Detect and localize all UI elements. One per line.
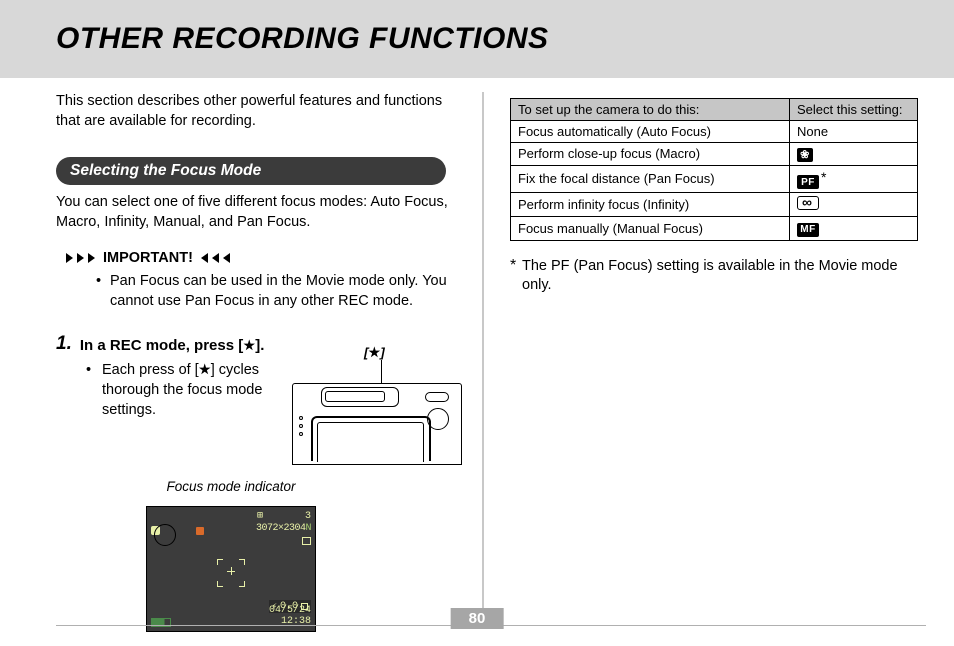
focus-mode-table: To set up the camera to do this: Select … [510, 98, 918, 241]
left-column: This section describes other powerful fe… [56, 92, 462, 632]
memory-icon [302, 537, 311, 545]
table-header: To set up the camera to do this: [511, 99, 790, 121]
important-label: IMPORTANT! [103, 250, 193, 266]
table-row: Focus automatically (Auto Focus) None [511, 121, 918, 143]
af-frame-icon [217, 559, 245, 587]
table-row: Fix the focal distance (Pan Focus) PF* [511, 165, 918, 193]
lcd-shot-count: 3 [305, 511, 311, 522]
column-divider [482, 92, 484, 608]
triangle-left-icon [212, 253, 219, 263]
content-area: This section describes other powerful fe… [0, 78, 954, 632]
camera-illustration [292, 383, 462, 465]
step-row: 1. In a REC mode, press []. [56, 333, 462, 355]
step-detail-area: Each press of [] cycles thorough the foc… [56, 361, 462, 465]
table-cell: Perform infinity focus (Infinity) [511, 193, 790, 217]
step-sub-text: Each press of [] cycles thorough the foc… [56, 361, 268, 465]
asterisk: * [821, 169, 826, 185]
page-number: 80 [451, 608, 504, 629]
triangle-left-icon [201, 253, 208, 263]
focus-mode-indicator-label: Focus mode indicator [146, 479, 316, 494]
table-cell: Focus automatically (Auto Focus) [511, 121, 790, 143]
section-heading: Selecting the Focus Mode [56, 157, 446, 185]
mf-icon: MF [797, 223, 819, 237]
step-number: 1. [56, 333, 72, 355]
table-cell: Focus manually (Manual Focus) [511, 217, 790, 241]
intro-text: This section describes other powerful fe… [56, 92, 462, 131]
triangle-right-icon [77, 253, 84, 263]
table-header: Select this setting: [790, 99, 918, 121]
table-cell: MF [790, 217, 918, 241]
title-bar: OTHER RECORDING FUNCTIONS [0, 0, 954, 78]
triangle-right-icon [88, 253, 95, 263]
pf-icon: PF [797, 175, 819, 189]
camera-pointer-label: [] [364, 345, 385, 360]
table-cell [790, 193, 918, 217]
section-description: You can select one of five different foc… [56, 193, 462, 232]
page-title: OTHER RECORDING FUNCTIONS [56, 22, 549, 56]
lcd-quality: N [305, 523, 311, 534]
flower-icon [199, 363, 211, 375]
table-row: Perform infinity focus (Infinity) [511, 193, 918, 217]
table-cell: None [790, 121, 918, 143]
table-cell: Fix the focal distance (Pan Focus) [511, 165, 790, 193]
right-column: To set up the camera to do this: Select … [510, 92, 918, 632]
table-row: Perform close-up focus (Macro) ❀ [511, 143, 918, 166]
table-cell: PF* [790, 165, 918, 193]
flower-icon [368, 346, 380, 358]
table-row: Focus manually (Manual Focus) MF [511, 217, 918, 241]
important-text: Pan Focus can be used in the Movie mode … [56, 272, 462, 311]
table-header-row: To set up the camera to do this: Select … [511, 99, 918, 121]
step-instruction: In a REC mode, press []. [80, 333, 265, 354]
rec-mode-icon [196, 527, 204, 535]
footnote: The PF (Pan Focus) setting is available … [510, 257, 918, 296]
macro-icon: ❀ [797, 148, 813, 162]
important-row: IMPORTANT! [56, 250, 462, 266]
lcd-resolution: 3072×2304 [256, 523, 306, 534]
pointer-line [381, 360, 382, 384]
triangle-left-icon [223, 253, 230, 263]
table-cell: ❀ [790, 143, 918, 166]
infinity-icon [797, 196, 819, 210]
flower-icon [243, 339, 255, 351]
table-cell: Perform close-up focus (Macro) [511, 143, 790, 166]
triangle-right-icon [66, 253, 73, 263]
page-footer: 80 [0, 608, 954, 632]
